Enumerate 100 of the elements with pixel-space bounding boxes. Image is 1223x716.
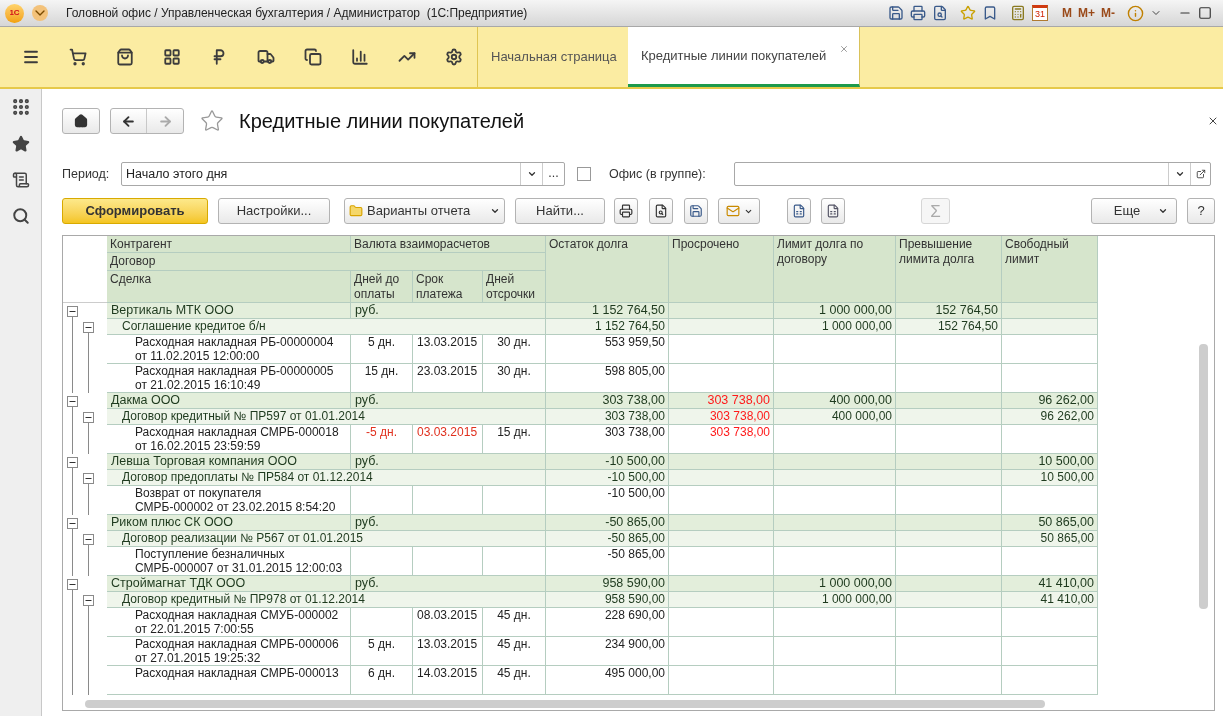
sheet-icon xyxy=(826,204,840,218)
tab[interactable]: Начальная страница xyxy=(478,27,628,87)
find-button[interactable]: Найти... xyxy=(515,198,605,224)
window-title: Головной офис / Управленческая бухгалтерия / Администратор (1С:Предприятие) xyxy=(66,5,528,22)
home-button[interactable] xyxy=(62,108,100,134)
table-cell: 96 262,00 xyxy=(1002,393,1098,408)
table-cell: -5 дн. xyxy=(351,425,413,453)
office-label: Офис (в группе): xyxy=(609,165,707,183)
truck-icon[interactable] xyxy=(256,48,275,66)
office-field[interactable] xyxy=(734,162,1211,186)
period-field[interactable]: Начало этого дня ... xyxy=(121,162,565,186)
collapse-icon[interactable] xyxy=(67,396,78,407)
open-icon[interactable] xyxy=(1195,169,1206,179)
table-cell: 152 764,50 xyxy=(896,303,1002,318)
table-cell: Расходная накладная РБ-00000005 от 21.02.2015 16:10:49 xyxy=(107,364,351,392)
bar-chart-icon[interactable] xyxy=(350,48,369,66)
grid-icon[interactable] xyxy=(162,48,181,66)
select-button[interactable]: ... xyxy=(542,163,564,185)
print-button[interactable] xyxy=(614,198,638,224)
table-cell: 958 590,00 xyxy=(546,576,669,591)
table-cell: Левша Торговая компания ООО xyxy=(107,454,351,469)
table-cell: 1 000 000,00 xyxy=(774,319,896,334)
period-label: Период: xyxy=(62,165,111,183)
memory-button[interactable]: M+ xyxy=(1078,4,1095,22)
memory-button[interactable]: M xyxy=(1062,4,1072,22)
settings-icon[interactable] xyxy=(444,48,463,66)
collapse-icon[interactable] xyxy=(83,473,94,484)
table-cell: 400 000,00 xyxy=(774,409,896,424)
table-cell: Договор предоплаты № ПР584 от 01.12.2014 xyxy=(107,470,546,485)
table-cell: 50 865,00 xyxy=(1002,531,1098,546)
table-cell: 495 000,00 xyxy=(546,666,669,694)
table-cell: 23.03.2015 xyxy=(413,364,483,392)
menu-caret-icon[interactable] xyxy=(32,5,48,21)
history-icon[interactable] xyxy=(11,171,30,189)
table-cell: 41 410,00 xyxy=(1002,592,1098,607)
cart-icon[interactable] xyxy=(68,48,87,66)
collapse-icon[interactable] xyxy=(83,534,94,545)
table-cell: 598 805,00 xyxy=(546,364,669,392)
calculator-icon[interactable] xyxy=(1010,5,1026,21)
table-cell: Расходная накладная СМУБ-000002 от 22.01.2015 7:00:55 xyxy=(107,608,351,636)
table-cell: 10 500,00 xyxy=(1002,454,1098,469)
star-icon[interactable] xyxy=(960,5,976,21)
dropdown-icon[interactable] xyxy=(1174,169,1185,179)
memory-button[interactable]: M- xyxy=(1101,4,1115,22)
layout-button[interactable] xyxy=(787,198,811,224)
preview-button[interactable] xyxy=(649,198,673,224)
bookmark-icon[interactable] xyxy=(982,5,998,21)
print-icon[interactable] xyxy=(910,5,926,21)
preview-icon[interactable] xyxy=(932,5,948,21)
search-icon[interactable] xyxy=(11,207,30,225)
table-cell: Поступление безналичных СМРБ-000007 от 31.01.2015 12:00:03 xyxy=(107,547,351,575)
table-cell: 45 дн. xyxy=(483,637,546,665)
home-icon xyxy=(74,114,88,128)
calendar-icon[interactable]: 31 xyxy=(1032,5,1048,21)
settings-button[interactable]: Настройки... xyxy=(218,198,330,224)
save-icon[interactable] xyxy=(888,5,904,21)
mail-button[interactable] xyxy=(718,198,760,224)
table-cell: 1 000 000,00 xyxy=(774,592,896,607)
generate-button[interactable]: Сформировать xyxy=(62,198,208,224)
collapse-icon[interactable] xyxy=(67,306,78,317)
favorite-star-icon[interactable] xyxy=(200,109,224,133)
bag-icon[interactable] xyxy=(115,48,134,66)
table-cell: Возврат от покупателя СМРБ-000002 от 23.02.2015 8:54:20 xyxy=(107,486,351,514)
help-button[interactable]: ? xyxy=(1187,198,1215,224)
info-icon[interactable] xyxy=(1127,4,1144,22)
save-button[interactable] xyxy=(684,198,708,224)
checkbox[interactable] xyxy=(577,167,591,181)
close-icon[interactable] xyxy=(1207,115,1219,127)
table-cell: 958 590,00 xyxy=(546,592,669,607)
collapse-icon[interactable] xyxy=(67,518,78,529)
caret-icon xyxy=(490,206,500,216)
table-cell: -10 500,00 xyxy=(546,470,669,485)
apps-icon[interactable] xyxy=(10,97,31,117)
table-cell: 96 262,00 xyxy=(1002,409,1098,424)
collapse-icon[interactable] xyxy=(83,322,94,333)
variants-button[interactable]: Варианты отчета xyxy=(344,198,505,224)
favorites-icon[interactable] xyxy=(11,135,30,153)
maximize-icon[interactable] xyxy=(1198,6,1212,20)
table-cell: Договор реализации № Р567 от 01.01.2015 xyxy=(107,531,546,546)
collapse-icon[interactable] xyxy=(83,412,94,423)
table-cell: 41 410,00 xyxy=(1002,576,1098,591)
table-cell: 15 дн. xyxy=(351,364,413,392)
table-cell: 1 152 764,50 xyxy=(546,303,669,318)
table-cell: 303 738,00 xyxy=(669,425,774,453)
print-icon xyxy=(619,204,633,218)
tab[interactable]: Кредитные линии покупателей xyxy=(628,27,860,87)
dropdown-icon[interactable] xyxy=(526,169,537,179)
table-cell: 1 000 000,00 xyxy=(774,303,896,318)
table-cell: Риком плюс СК ООО xyxy=(107,515,351,530)
horizontal-scrollbar[interactable] xyxy=(85,700,1045,708)
collapse-icon[interactable] xyxy=(67,579,78,590)
table-cell: 152 764,50 xyxy=(896,319,1002,334)
collapse-icon[interactable] xyxy=(67,457,78,468)
menu-icon[interactable] xyxy=(21,48,40,66)
table-cell: Соглашение кредитое б/н xyxy=(107,319,546,334)
vertical-scrollbar[interactable] xyxy=(1199,344,1208,609)
documents-icon[interactable] xyxy=(303,48,322,66)
collapse-icon[interactable] xyxy=(83,595,94,606)
layout-button[interactable] xyxy=(821,198,845,224)
more-button[interactable]: Еще xyxy=(1091,198,1177,224)
